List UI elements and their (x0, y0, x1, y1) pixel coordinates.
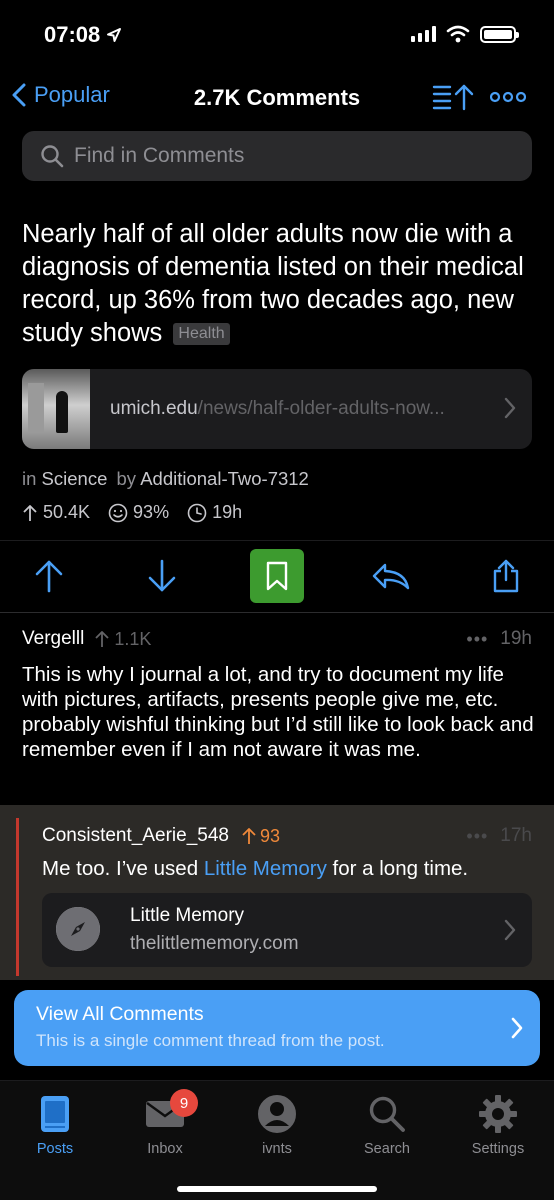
reply-comment: Consistent_Aerie_548 93 ••• 17h Me too. … (0, 805, 554, 980)
chevron-right-icon (504, 919, 516, 941)
chevron-right-icon (511, 1017, 523, 1039)
inbox-badge: 9 (170, 1089, 198, 1117)
reply-time: 17h (500, 825, 532, 846)
tab-profile[interactable]: ivnts (232, 1091, 322, 1157)
tab-settings[interactable]: Settings (453, 1091, 543, 1157)
tab-inbox[interactable]: 9 Inbox (120, 1089, 210, 1157)
upvote-arrow-icon (23, 504, 37, 521)
wifi-icon (446, 25, 470, 43)
tab-label: Posts (36, 1141, 74, 1157)
reply-button[interactable] (364, 549, 418, 603)
gear-icon (479, 1095, 517, 1133)
comment-header: Vergelll 1.1K ••• 19h (22, 628, 532, 650)
post-upvotes: 50.4K (43, 502, 91, 522)
home-indicator[interactable] (177, 1186, 377, 1192)
tab-label: ivnts (262, 1141, 292, 1157)
tab-bar: Posts 9 Inbox ivnts Search Settings (0, 1080, 554, 1200)
reply-score: 93 (259, 825, 280, 846)
view-all-title: View All Comments (36, 1003, 204, 1025)
little-memory-link[interactable]: Little Memory (204, 857, 327, 880)
post-flair: Health (173, 323, 230, 345)
reply-body: Me too. I’ve used Little Memory for a lo… (42, 857, 469, 880)
post-title: Nearly half of all older adults now die … (22, 218, 537, 350)
link-card-url: thelittlememory.com (130, 933, 299, 954)
share-button[interactable] (479, 549, 533, 603)
post-stats: 50.4K 93% 19h (22, 502, 242, 523)
reply-header: Consistent_Aerie_548 93 ••• 17h (42, 825, 532, 847)
post-upvote-ratio: 93% (133, 502, 170, 522)
reply-author[interactable]: Consistent_Aerie_548 (42, 825, 229, 847)
comment-more-icon[interactable]: ••• (466, 629, 488, 650)
battery-icon (480, 25, 519, 43)
link-thumbnail (22, 369, 90, 449)
reply-more-icon[interactable]: ••• (466, 826, 488, 847)
status-bar: 07:08 (0, 0, 554, 72)
more-options-icon[interactable] (490, 91, 526, 103)
chevron-right-icon (504, 397, 516, 419)
reply-icon (372, 563, 410, 590)
view-all-comments-button[interactable]: View All Comments This is a single comme… (14, 990, 540, 1066)
link-preview-card[interactable]: umich.edu/news/half-older-adults-now... (22, 369, 532, 449)
tab-label: Settings (471, 1141, 525, 1157)
post-meta: in Science by Additional-Two-7312 (22, 468, 309, 489)
link-card-title: Little Memory (130, 905, 245, 926)
reply-link-card[interactable]: Little Memory thelittlememory.com (42, 893, 532, 967)
tab-label: Search (364, 1141, 410, 1157)
link-url: umich.edu/news/half-older-adults-now... (110, 398, 490, 420)
thread-indicator (16, 818, 19, 976)
post-action-bar (0, 549, 554, 605)
search-icon (369, 1096, 405, 1132)
navigation-bar: Popular 2.7K Comments (0, 76, 554, 120)
sort-icon[interactable] (432, 82, 476, 112)
post-title-text: Nearly half of all older adults now die … (22, 220, 524, 347)
clock-icon (187, 503, 207, 522)
profile-icon (258, 1095, 296, 1133)
location-arrow-icon (107, 28, 122, 42)
find-in-comments-search[interactable] (22, 131, 532, 181)
comment-time: 19h (500, 628, 532, 649)
comment-score: 1.1K (114, 628, 152, 649)
tab-label: Inbox (147, 1141, 183, 1157)
upvote-arrow-icon (242, 828, 256, 844)
tab-search[interactable]: Search (342, 1091, 432, 1157)
downvote-icon (148, 559, 176, 592)
share-icon (493, 559, 519, 593)
tab-posts[interactable]: Posts (10, 1091, 100, 1157)
posts-icon (41, 1096, 69, 1132)
cellular-signal-icon (411, 26, 436, 42)
save-button[interactable] (250, 549, 304, 603)
comment-body: This is why I journal a lot, and try to … (22, 663, 534, 761)
search-icon (41, 145, 64, 168)
link-path: /news/half-older-adults-now... (197, 398, 445, 419)
bookmark-icon (266, 561, 288, 591)
upvote-arrow-icon (95, 631, 109, 647)
smiley-icon (108, 503, 128, 522)
post-age: 19h (212, 502, 243, 522)
compass-icon (56, 907, 100, 951)
author-link[interactable]: Additional-Two-7312 (140, 468, 309, 489)
search-input[interactable] (74, 144, 494, 168)
comment-author[interactable]: Vergelll (22, 628, 84, 650)
status-time: 07:08 (44, 22, 101, 47)
link-domain: umich.edu (110, 398, 198, 419)
upvote-icon (35, 560, 63, 593)
upvote-button[interactable] (22, 549, 76, 603)
downvote-button[interactable] (135, 549, 189, 603)
view-all-subtitle: This is a single comment thread from the… (36, 1031, 385, 1050)
subreddit-link[interactable]: Science (42, 468, 108, 489)
